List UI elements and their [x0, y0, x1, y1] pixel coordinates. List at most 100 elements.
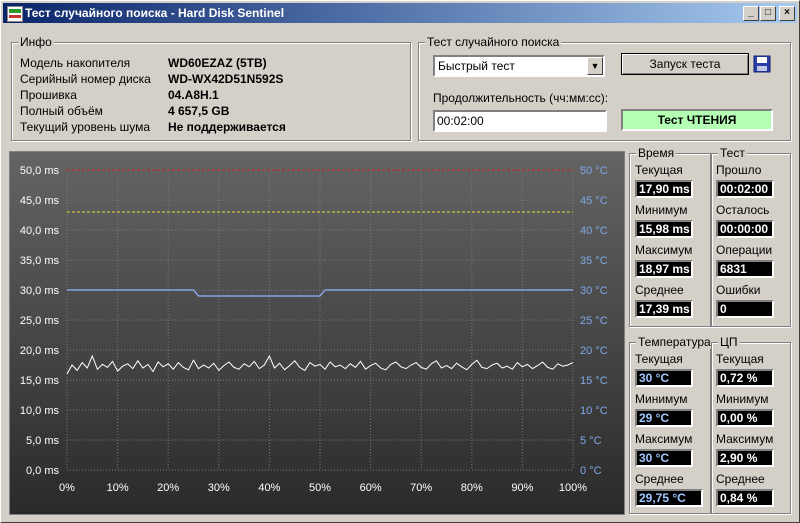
time-group: Время Текущая 17,90 ms Минимум 15,98 ms … — [629, 146, 711, 327]
time-group-title: Время — [636, 146, 677, 160]
right-axis-tick-label: 5 °C — [580, 435, 602, 447]
cpu-current-label: Текущая — [716, 352, 764, 366]
operations-value: 6831 — [716, 260, 774, 278]
remaining-label: Осталось — [716, 203, 770, 217]
time-current-value: 17,90 ms — [635, 180, 693, 198]
info-group-title: Инфо — [18, 35, 54, 49]
capacity-value: 4 657,5 GB — [168, 104, 230, 118]
cpu-max-label: Максимум — [716, 432, 774, 446]
x-axis-tick-label: 10% — [107, 482, 129, 494]
model-value: WD60EZAZ (5TB) — [168, 56, 267, 70]
right-axis-tick-label: 0 °C — [580, 465, 602, 477]
firmware-label: Прошивка — [20, 88, 77, 102]
remaining-value: 00:00:00 — [716, 220, 774, 238]
window-title: Тест случайного поиска - Hard Disk Senti… — [25, 6, 285, 20]
right-axis-tick-label: 50 °C — [580, 165, 608, 177]
left-axis-tick-label: 40,0 ms — [20, 225, 60, 237]
temperature-group: Температура Текущая 30 °C Минимум 29 °C … — [629, 335, 713, 514]
test-stats-group-title: Тест — [718, 146, 747, 160]
chart-canvas: 50,0 ms 45,0 ms 40,0 ms 35,0 ms 30,0 ms 25,0 … — [20, 165, 608, 494]
right-axis-tick-label: 25 °C — [580, 315, 608, 327]
right-axis-tick-label: 10 °C — [580, 405, 608, 417]
time-avg-value: 17,39 ms — [635, 300, 693, 318]
left-axis-tick-label: 30,0 ms — [20, 285, 60, 297]
test-status-badge: Тест ЧТЕНИЯ — [621, 109, 773, 131]
time-min-label: Минимум — [635, 203, 688, 217]
errors-label: Ошибки — [716, 283, 761, 297]
x-axis-tick-label: 90% — [511, 482, 533, 494]
capacity-label: Полный объём — [20, 104, 103, 118]
right-axis-tick-label: 45 °C — [580, 195, 608, 207]
minimize-button[interactable]: _ — [743, 6, 759, 21]
right-axis-tick-label: 40 °C — [580, 225, 608, 237]
left-axis-tick-label: 10,0 ms — [20, 405, 60, 417]
cpu-group-title: ЦП — [718, 335, 740, 349]
elapsed-label: Прошло — [716, 163, 762, 177]
test-group: Тест случайного поиска Быстрый тест ▼ За… — [418, 35, 791, 141]
info-group: Инфо Модель накопителя WD60EZAZ (5TB) Се… — [11, 35, 411, 141]
x-axis-tick-label: 30% — [208, 482, 230, 494]
app-icon — [7, 6, 23, 22]
temp-max-label: Максимум — [635, 432, 693, 446]
x-axis-tick-label: 100% — [559, 482, 587, 494]
time-min-value: 15,98 ms — [635, 220, 693, 238]
temp-min-label: Минимум — [635, 392, 688, 406]
chevron-down-icon[interactable]: ▼ — [587, 57, 603, 75]
left-axis-tick-label: 35,0 ms — [20, 255, 60, 267]
x-axis-tick-label: 0% — [59, 482, 75, 494]
title-bar[interactable]: Тест случайного поиска - Hard Disk Senti… — [3, 3, 797, 23]
x-axis-tick-label: 50% — [309, 482, 331, 494]
seek-time-chart: 50,0 ms 45,0 ms 40,0 ms 35,0 ms 30,0 ms 25,0 … — [9, 151, 625, 515]
close-button[interactable]: × — [779, 6, 795, 21]
x-axis-tick-label: 70% — [410, 482, 432, 494]
duration-label: Продолжительность (чч:мм:сс): — [433, 91, 609, 105]
cpu-group: ЦП Текущая 0,72 % Минимум 0,00 % Максиму… — [711, 335, 791, 514]
temperature-group-title: Температура — [636, 335, 713, 349]
duration-input[interactable]: 00:02:00 — [433, 110, 607, 132]
test-group-title: Тест случайного поиска — [425, 35, 562, 49]
time-max-value: 18,97 ms — [635, 260, 693, 278]
cpu-avg-label: Среднее — [716, 472, 765, 486]
model-label: Модель накопителя — [20, 56, 131, 70]
operations-label: Операции — [716, 243, 773, 257]
cpu-min-label: Минимум — [716, 392, 769, 406]
left-axis-tick-label: 25,0 ms — [20, 315, 60, 327]
cpu-current-value: 0,72 % — [716, 369, 774, 387]
test-mode-select[interactable]: Быстрый тест ▼ — [433, 55, 605, 77]
x-axis-tick-label: 40% — [258, 482, 280, 494]
cpu-min-value: 0,00 % — [716, 409, 774, 427]
errors-value: 0 — [716, 300, 774, 318]
left-axis-tick-label: 5,0 ms — [26, 435, 60, 447]
noise-label: Текущий уровень шума — [20, 120, 151, 134]
save-icon[interactable] — [753, 55, 771, 73]
x-axis-tick-label: 60% — [360, 482, 382, 494]
right-axis-tick-label: 15 °C — [580, 375, 608, 387]
duration-value: 00:02:00 — [437, 114, 484, 128]
time-avg-label: Среднее — [635, 283, 684, 297]
left-axis-tick-label: 50,0 ms — [20, 165, 60, 177]
maximize-button[interactable]: □ — [760, 6, 776, 21]
time-current-label: Текущая — [635, 163, 683, 177]
temp-current-value: 30 °C — [635, 369, 693, 387]
x-axis-tick-label: 80% — [461, 482, 483, 494]
left-axis-tick-label: 20,0 ms — [20, 345, 60, 357]
serial-label: Серийный номер диска — [20, 72, 151, 86]
test-stats-group: Тест Прошло 00:02:00 Осталось 00:00:00 О… — [711, 146, 791, 327]
left-axis-tick-label: 0,0 ms — [26, 465, 60, 477]
start-test-button[interactable]: Запуск теста — [621, 53, 749, 75]
right-axis-tick-label: 30 °C — [580, 285, 608, 297]
time-max-label: Максимум — [635, 243, 693, 257]
temp-min-value: 29 °C — [635, 409, 693, 427]
right-axis-tick-label: 20 °C — [580, 345, 608, 357]
serial-value: WD-WX42D51N592S — [168, 72, 284, 86]
left-axis-tick-label: 45,0 ms — [20, 195, 60, 207]
temp-avg-label: Среднее — [635, 472, 684, 486]
firmware-value: 04.A8H.1 — [168, 88, 219, 102]
temp-current-label: Текущая — [635, 352, 683, 366]
test-mode-value: Быстрый тест — [438, 59, 515, 73]
temp-avg-value: 29,75 °C — [635, 489, 703, 507]
right-axis-tick-label: 35 °C — [580, 255, 608, 267]
elapsed-value: 00:02:00 — [716, 180, 774, 198]
noise-value: Не поддерживается — [168, 120, 286, 134]
temp-max-value: 30 °C — [635, 449, 693, 467]
